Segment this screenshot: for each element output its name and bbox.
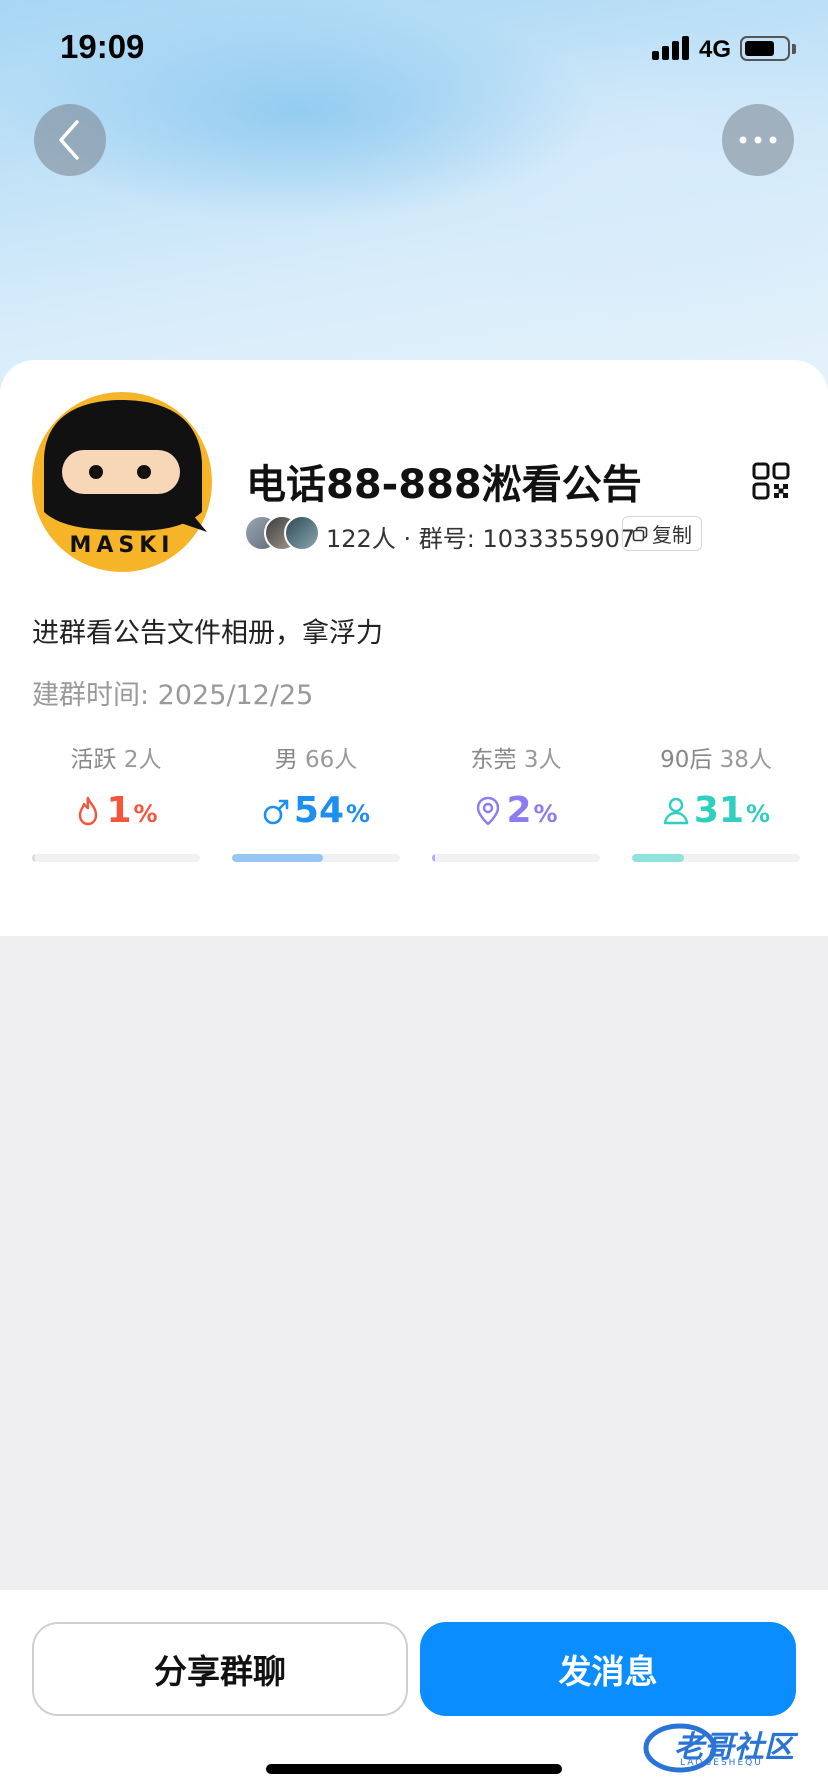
group-name: 电话88-888淞看公告 bbox=[246, 462, 642, 508]
stat-age[interactable]: 90后 38人 31% bbox=[632, 736, 800, 866]
member-avatar bbox=[284, 515, 320, 551]
stat-progress-track bbox=[32, 854, 200, 862]
stat-value: 2% bbox=[432, 790, 600, 831]
stat-progress-track bbox=[632, 854, 800, 862]
stat-unit: % bbox=[346, 800, 371, 828]
ellipsis-icon bbox=[739, 136, 777, 144]
group-avatar[interactable]: MASKI bbox=[32, 392, 212, 572]
male-icon bbox=[263, 799, 289, 824]
group-intro: 进群看公告文件相册，拿浮力 bbox=[32, 618, 383, 649]
copy-button[interactable]: 复制 bbox=[622, 516, 702, 551]
meta-separator: · bbox=[403, 525, 412, 553]
stat-progress-bar bbox=[432, 854, 436, 862]
stat-label-count: 38人 bbox=[719, 747, 772, 773]
stat-label: 活跃 2人 bbox=[32, 740, 200, 774]
avatar-text: MASKI bbox=[70, 533, 175, 558]
stat-label-main: 东莞 bbox=[470, 747, 517, 773]
member-avatars[interactable] bbox=[244, 515, 324, 551]
stat-progress-track bbox=[432, 854, 600, 862]
stat-label-main: 90后 bbox=[660, 747, 713, 773]
stat-active[interactable]: 活跃 2人 1% bbox=[32, 736, 200, 866]
group-number-label: 群号: bbox=[418, 525, 475, 553]
stat-gender[interactable]: 男 66人 54% bbox=[232, 736, 400, 866]
flame-icon bbox=[79, 796, 98, 825]
copy-icon bbox=[632, 526, 648, 541]
stat-label-count: 2人 bbox=[123, 747, 162, 773]
group-meta: 122人 · 群号: 1033355907 bbox=[326, 519, 635, 554]
member-count: 122人 bbox=[326, 525, 396, 553]
stat-location[interactable]: 东莞 3人 2% bbox=[432, 736, 600, 866]
stat-value: 54% bbox=[232, 790, 400, 831]
back-button[interactable] bbox=[34, 104, 106, 176]
stat-number: 1 bbox=[106, 790, 132, 831]
stat-label: 男 66人 bbox=[232, 740, 400, 774]
status-bar: 19:09 4G bbox=[0, 0, 828, 100]
stat-number: 54 bbox=[293, 790, 345, 831]
group-number: 1033355907 bbox=[482, 525, 636, 553]
signal-icon bbox=[652, 36, 690, 60]
network-label: 4G bbox=[699, 36, 732, 63]
stat-label: 东莞 3人 bbox=[432, 740, 600, 774]
stat-unit: % bbox=[133, 800, 158, 828]
stat-number: 31 bbox=[693, 790, 745, 831]
send-message-button[interactable]: 发消息 bbox=[420, 1622, 796, 1716]
stat-progress-bar bbox=[632, 854, 685, 862]
battery-icon bbox=[740, 36, 790, 61]
stat-label-main: 活跃 bbox=[70, 747, 117, 773]
home-indicator[interactable] bbox=[266, 1764, 562, 1774]
created-date: 建群时间: 2025/12/25 bbox=[32, 680, 314, 711]
share-group-button[interactable]: 分享群聊 bbox=[32, 1622, 408, 1716]
stat-progress-track bbox=[232, 854, 400, 862]
status-time: 19:09 bbox=[60, 28, 145, 65]
watermark-subtext: LAOGESHEQU bbox=[680, 1758, 763, 1768]
stat-label: 90后 38人 bbox=[632, 740, 800, 774]
stat-progress-bar bbox=[32, 854, 35, 862]
stat-value: 1% bbox=[32, 790, 200, 831]
person-icon bbox=[663, 797, 689, 824]
copy-label: 复制 bbox=[652, 523, 692, 547]
stat-progress-bar bbox=[232, 854, 323, 862]
qr-code-icon[interactable] bbox=[752, 462, 790, 500]
stat-label-main: 男 bbox=[274, 747, 298, 773]
stat-unit: % bbox=[746, 800, 771, 828]
battery-cap bbox=[792, 44, 796, 54]
more-button[interactable] bbox=[722, 104, 794, 176]
stat-unit: % bbox=[533, 800, 558, 828]
stat-value: 31% bbox=[632, 790, 800, 831]
stat-number: 2 bbox=[506, 790, 532, 831]
stat-label-count: 66人 bbox=[305, 747, 358, 773]
location-pin-icon bbox=[477, 796, 500, 825]
chevron-left-icon bbox=[59, 120, 79, 160]
stat-label-count: 3人 bbox=[523, 747, 562, 773]
